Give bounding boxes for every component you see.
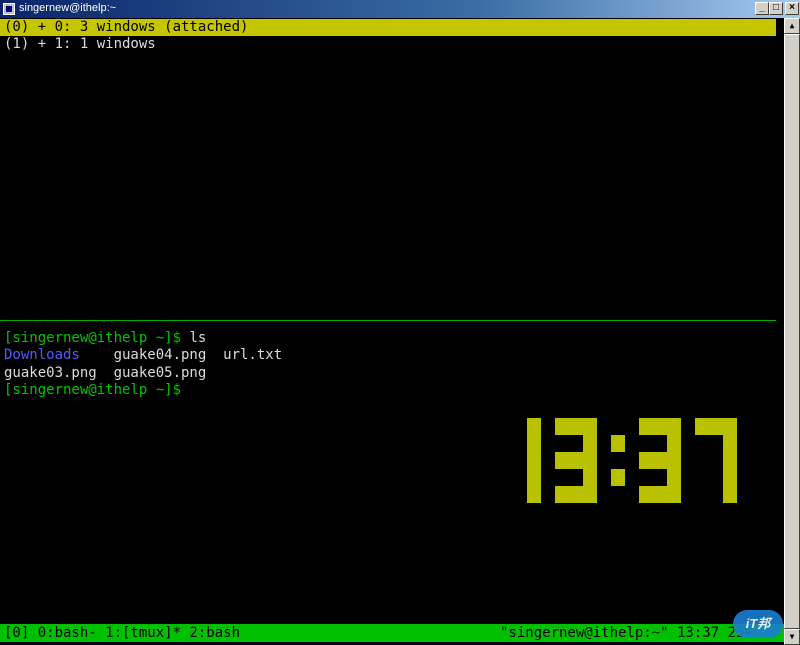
clock-segment — [555, 452, 569, 469]
clock-segment — [723, 469, 737, 486]
clock-segment — [583, 435, 597, 452]
clock-segment — [667, 486, 681, 503]
file-entries: guake04.png url.txt — [79, 347, 283, 363]
shell-command: ls — [181, 330, 207, 346]
scroll-down-icon[interactable]: ▼ — [784, 629, 800, 645]
clock-segment — [527, 469, 541, 486]
ithelp-logo: iT邦 — [733, 610, 783, 638]
clock-segment — [667, 418, 681, 435]
clock-segment — [583, 469, 597, 486]
clock-segment — [555, 418, 569, 435]
session-item-1[interactable]: (1) + 1: 1 windows — [4, 36, 156, 53]
status-right: "singernew@ithelp:~" 13:37 25- — [500, 625, 753, 641]
terminal-app-icon[interactable] — [3, 3, 15, 15]
shell-line-prompt[interactable]: [singernew@ithelp ~]$ — [4, 382, 181, 399]
clock-segment — [555, 486, 569, 503]
clock-segment — [611, 469, 625, 486]
clock-segment — [569, 486, 583, 503]
ls-output-row-1: Downloads guake04.png url.txt — [4, 347, 282, 364]
clock-segment — [723, 435, 737, 452]
clock-segment — [527, 418, 541, 435]
clock-segment — [667, 452, 681, 469]
pane-divider[interactable] — [0, 320, 776, 321]
vertical-scrollbar[interactable]: ▲ ▼ — [784, 18, 800, 645]
clock-segment — [583, 486, 597, 503]
clock-segment — [653, 486, 667, 503]
clock-segment — [527, 435, 541, 452]
clock-segment — [639, 452, 653, 469]
session-item-0[interactable]: (0) + 0: 3 windows (attached) — [0, 19, 776, 36]
terminal-area[interactable]: (0) + 0: 3 windows (attached) (1) + 1: 1… — [0, 18, 784, 645]
clock-segment — [639, 418, 653, 435]
clock-segment — [667, 469, 681, 486]
tmux-clock — [499, 418, 737, 503]
clock-segment — [639, 486, 653, 503]
clock-segment — [695, 418, 709, 435]
close-button[interactable]: × — [785, 2, 799, 15]
session-item-label: (0) + 0: 3 windows (attached) — [4, 19, 249, 35]
scroll-up-icon[interactable]: ▲ — [784, 18, 800, 34]
clock-segment — [569, 418, 583, 435]
window-title: singernew@ithelp:~ — [19, 2, 117, 14]
clock-segment — [723, 486, 737, 503]
shell-prompt: [singernew@ithelp ~]$ — [4, 330, 182, 346]
clock-segment — [723, 452, 737, 469]
status-window-list[interactable]: [0] 0:bash- 1:[tmux]* 2:bash — [4, 624, 240, 642]
window-title-bar[interactable]: singernew@ithelp:~ _ □ × — [0, 0, 800, 18]
ls-output-row-2: guake03.png guake05.png — [4, 365, 207, 381]
clock-segment — [527, 452, 541, 469]
clock-segment — [583, 452, 597, 469]
shell-prompt: [singernew@ithelp ~]$ — [4, 382, 182, 398]
scroll-thumb[interactable] — [784, 34, 800, 629]
clock-segment — [653, 418, 667, 435]
clock-segment — [527, 486, 541, 503]
directory-entry: Downloads — [4, 347, 80, 363]
clock-segment — [709, 418, 723, 435]
tmux-status-bar: [0] 0:bash- 1:[tmux]* 2:bash "singernew@… — [0, 624, 784, 642]
clock-segment — [569, 452, 583, 469]
maximize-button[interactable]: □ — [769, 2, 783, 15]
clock-segment — [667, 435, 681, 452]
clock-segment — [653, 452, 667, 469]
clock-segment — [611, 435, 625, 452]
minimize-button[interactable]: _ — [755, 2, 769, 15]
clock-segment — [723, 418, 737, 435]
clock-segment — [583, 418, 597, 435]
logo-text: iT邦 — [745, 616, 771, 631]
shell-line-command: [singernew@ithelp ~]$ ls — [4, 330, 206, 347]
